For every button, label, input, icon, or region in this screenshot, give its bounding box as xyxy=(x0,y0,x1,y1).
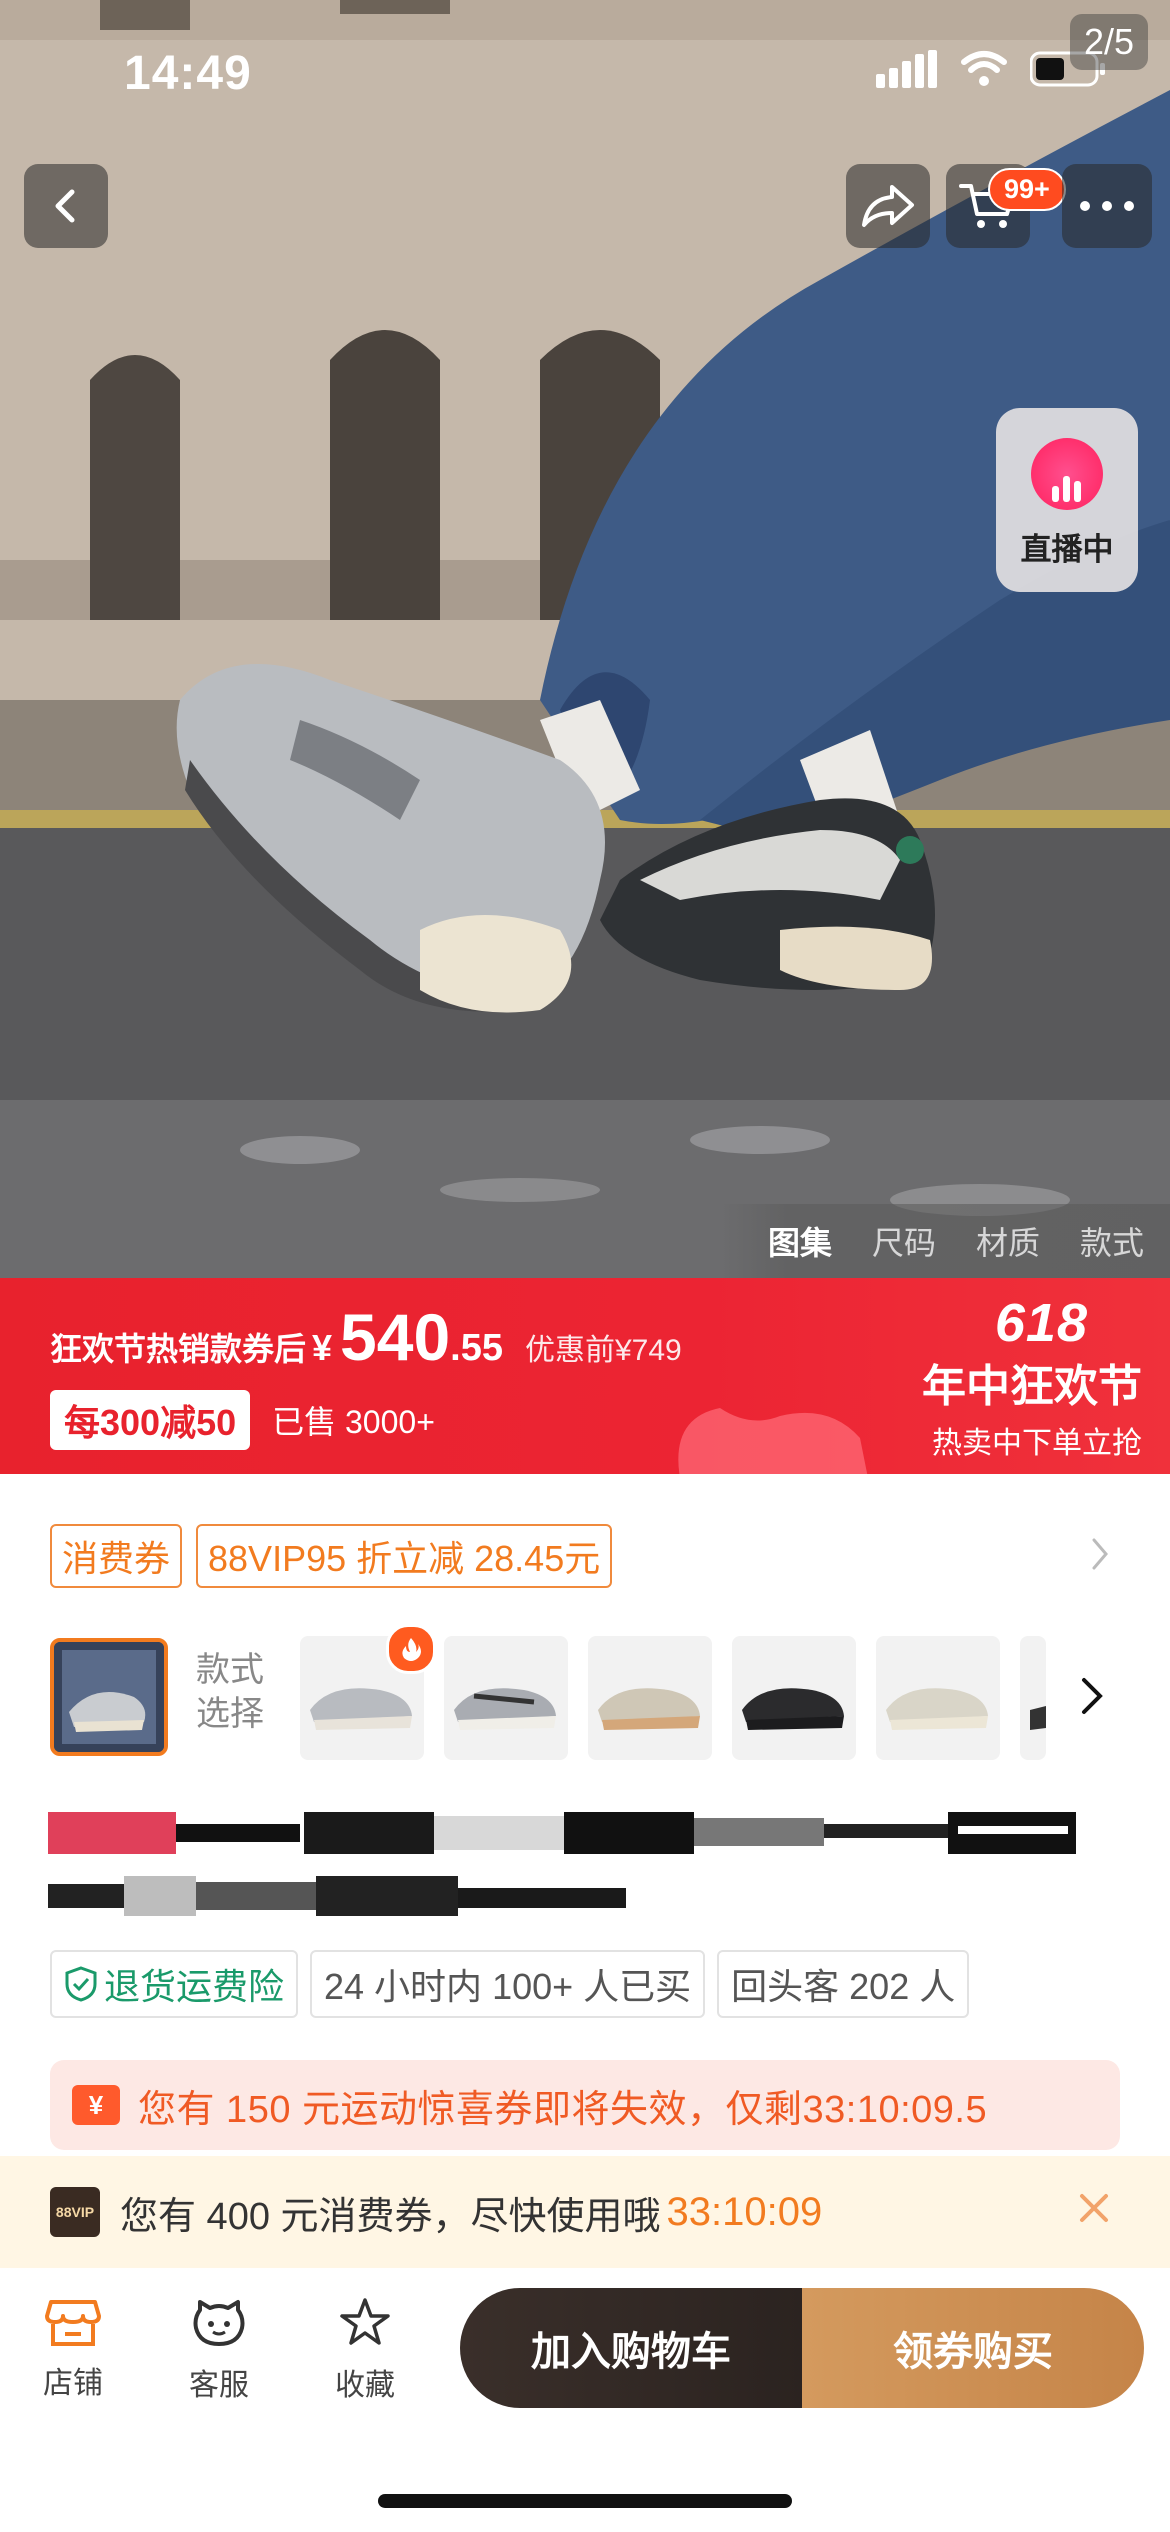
more-dots-icon xyxy=(1080,201,1134,211)
recent-buyers-tag: 24 小时内 100+ 人已买 xyxy=(310,1950,706,2018)
chevron-left-icon xyxy=(55,189,75,223)
shield-check-icon xyxy=(65,1966,97,2002)
coupon-expiry-text: 您有 150 元运动惊喜券即将失效，仅剩33:10:09.5 xyxy=(138,2088,988,2131)
repeat-customers-tag: 回头客 202 人 xyxy=(717,1950,970,2018)
style-main-thumbnail[interactable] xyxy=(50,1638,168,1756)
chevron-right-icon[interactable] xyxy=(1078,1676,1106,1716)
vip-coupon-bar[interactable]: 88VIP 您有 400 元消费券，尽快使用哦 33:10:09 xyxy=(0,2156,1170,2268)
tab-style[interactable]: 款式 xyxy=(1080,1218,1144,1264)
tab-material[interactable]: 材质 xyxy=(976,1218,1040,1264)
chat-face-icon xyxy=(193,2300,245,2346)
back-button[interactable] xyxy=(24,164,108,248)
coupon-expiry-notice[interactable]: ¥ 您有 150 元运动惊喜券即将失效，仅剩33:10:09.5 xyxy=(50,2060,1120,2150)
style-option[interactable] xyxy=(444,1636,568,1760)
customer-service-label: 客服 xyxy=(189,2369,249,2402)
festival-subtitle: 热卖中下单立抢 xyxy=(932,1427,1142,1460)
return-insurance-label: 退货运费险 xyxy=(104,1966,285,2007)
live-label: 直播中 xyxy=(1020,532,1114,567)
vip-countdown: 33:10:09 xyxy=(666,2189,823,2234)
original-price: 优惠前¥749 xyxy=(525,1334,682,1367)
service-tags[interactable]: 退货运费险 24 小时内 100+ 人已买 回头客 202 人 xyxy=(50,1950,970,2018)
tab-size[interactable]: 尺码 xyxy=(872,1218,936,1264)
share-button[interactable] xyxy=(846,164,930,248)
chevron-right-icon[interactable] xyxy=(1088,1536,1112,1572)
price-line: 狂欢节热销款券后 ¥ 540 .55 优惠前¥749 xyxy=(50,1304,682,1370)
coupon-ticket-icon: ¥ xyxy=(72,2085,120,2125)
star-icon xyxy=(340,2298,390,2345)
coupon-tags[interactable]: 消费券 88VIP95 折立减 28.45元 xyxy=(50,1524,613,1588)
store-label: 店铺 xyxy=(43,2367,103,2400)
share-icon xyxy=(862,185,914,227)
wifi-icon xyxy=(961,51,1007,86)
hot-fire-icon xyxy=(386,1624,436,1674)
vip-badge: 88VIP xyxy=(50,2187,100,2237)
coupon-tag: 消费券 xyxy=(50,1524,183,1588)
home-indicator[interactable] xyxy=(378,2494,792,2508)
price-integer: 540 xyxy=(340,1300,451,1374)
price-decimal: .55 xyxy=(450,1327,503,1369)
close-icon[interactable] xyxy=(1076,2190,1112,2226)
live-bars-icon xyxy=(1031,438,1103,510)
favorite-label: 收藏 xyxy=(335,2369,395,2402)
promo-price-bar: 狂欢节热销款券后 ¥ 540 .55 优惠前¥749 每300减50 已售 30… xyxy=(0,1278,1170,1474)
status-time: 14:49 xyxy=(124,47,252,100)
tab-gallery[interactable]: 图集 xyxy=(768,1218,832,1264)
style-option[interactable] xyxy=(1020,1636,1046,1760)
promo-decoration xyxy=(678,1408,868,1474)
price-desc: 狂欢节热销款券后 xyxy=(50,1331,307,1367)
store-icon xyxy=(45,2300,101,2346)
deal-line: 每300减50 已售 3000+ xyxy=(50,1390,435,1450)
store-button[interactable]: 店铺 xyxy=(18,2296,128,2402)
return-insurance-tag: 退货运费险 xyxy=(50,1950,299,2018)
festival-banner[interactable]: 618 年中狂欢节 热卖中下单立抢 xyxy=(922,1292,1142,1462)
image-page-indicator: 2/5 xyxy=(1070,14,1148,70)
live-stream-card[interactable]: 直播中 xyxy=(996,408,1138,592)
style-select-label: 款式选择 xyxy=(196,1651,264,1733)
style-option[interactable] xyxy=(588,1636,712,1760)
cart-count-badge: 99+ xyxy=(988,168,1066,211)
deal-pill: 每300减50 xyxy=(50,1390,251,1450)
vip-discount-tag: 88VIP95 折立减 28.45元 xyxy=(196,1524,613,1588)
signal-icon xyxy=(876,50,937,88)
bottom-action-bar: 店铺 客服 收藏 加入购物车 领券购买 xyxy=(0,2268,1170,2532)
festival-number: 618 xyxy=(994,1293,1088,1353)
gallery-tabs: 图集 尺码 材质 款式 xyxy=(720,1204,1170,1278)
sold-count: 已售 3000+ xyxy=(272,1404,435,1440)
vip-message: 您有 400 元消费券，尽快使用哦 xyxy=(120,2195,661,2238)
add-to-cart-button[interactable]: 加入购物车 xyxy=(460,2288,802,2408)
customer-service-button[interactable]: 客服 xyxy=(164,2296,274,2404)
claim-coupon-buy-button[interactable]: 领券购买 xyxy=(802,2288,1144,2408)
style-option[interactable] xyxy=(876,1636,1000,1760)
product-image-gallery[interactable]: 14:49 2/5 99+ 直播中 图集 尺码 材质 款式 xyxy=(0,0,1170,1278)
favorite-button[interactable]: 收藏 xyxy=(310,2296,420,2404)
style-option[interactable] xyxy=(732,1636,856,1760)
more-button[interactable] xyxy=(1062,164,1152,248)
price-currency: ¥ xyxy=(312,1327,333,1368)
festival-title: 年中狂欢节 xyxy=(922,1362,1142,1411)
